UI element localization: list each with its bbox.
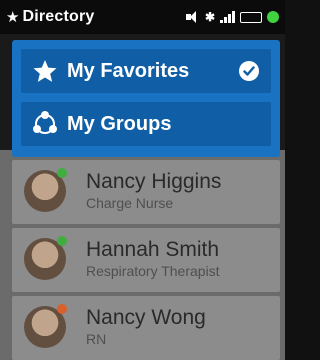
app-title[interactable]: Directory xyxy=(22,8,94,26)
battery-icon xyxy=(240,11,262,23)
menu-item-my-favorites[interactable]: My Favorites xyxy=(21,49,271,93)
directory-star-icon: ★ xyxy=(6,8,20,26)
menu-item-my-groups[interactable]: My Groups xyxy=(21,102,271,146)
contact-card[interactable]: Nancy Wong RN xyxy=(12,296,280,360)
presence-indicator xyxy=(57,236,67,246)
status-icons: ✱ xyxy=(185,10,279,24)
star-icon xyxy=(31,57,59,85)
bluetooth-icon: ✱ xyxy=(204,10,215,24)
device-screen: ★ Directory ✱ Nancy Higgins Charge Nurse… xyxy=(0,0,285,360)
contact-card[interactable]: Hannah Smith Respiratory Therapist xyxy=(12,228,280,292)
volume-icon xyxy=(185,11,200,23)
contact-role: Respiratory Therapist xyxy=(86,263,220,279)
contact-list: Nancy Higgins Charge Nurse Hannah Smith … xyxy=(0,150,285,360)
contact-role: Charge Nurse xyxy=(86,195,174,211)
presence-indicator xyxy=(57,168,67,178)
contact-name: Nancy Higgins xyxy=(86,170,222,193)
contact-name: Nancy Wong xyxy=(86,306,206,329)
contact-card[interactable]: Nancy Higgins Charge Nurse xyxy=(12,160,280,224)
status-green-dot xyxy=(267,11,279,23)
presence-indicator xyxy=(57,304,67,314)
contact-name: Hannah Smith xyxy=(86,238,220,261)
status-bar: ★ Directory ✱ xyxy=(0,0,285,34)
signal-icon xyxy=(220,11,235,23)
group-icon xyxy=(31,110,59,138)
directory-dropdown-menu: My Favorites My Groups xyxy=(12,40,280,157)
check-circle-icon xyxy=(239,61,259,81)
menu-item-label: My Groups xyxy=(67,112,172,135)
contact-role: RN xyxy=(86,331,107,347)
menu-item-label: My Favorites xyxy=(67,59,190,82)
